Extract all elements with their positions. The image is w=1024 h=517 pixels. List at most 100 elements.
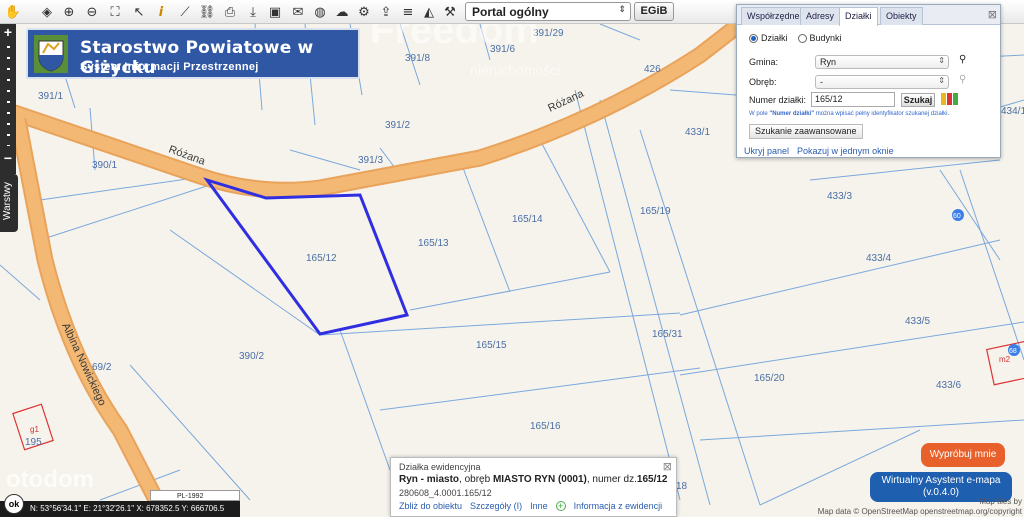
- search-type-radios: Działki Budynki: [749, 33, 842, 44]
- download-icon[interactable]: ⤓: [244, 3, 262, 21]
- search-icon[interactable]: ⚲: [959, 74, 966, 85]
- tab-wspolrzedne[interactable]: Współrzędne: [741, 7, 806, 25]
- color-swatch-icon[interactable]: [947, 93, 952, 105]
- parcel-label: 391/8: [405, 53, 430, 64]
- link-icon[interactable]: ⛓: [198, 3, 216, 21]
- info-links: Zbliż do obiektu Szczegóły (I) Inne + In…: [399, 501, 662, 511]
- search-hint: W pole "Numer działki" można wpisać pełn…: [749, 111, 950, 117]
- select-caret-icon: ⇕: [938, 56, 945, 65]
- color-swatch-icon[interactable]: [941, 93, 946, 105]
- globe-icon[interactable]: ◍: [311, 3, 329, 21]
- registry-info-link[interactable]: Informacja z ewidencji: [574, 501, 663, 511]
- building-label: m2: [999, 355, 1011, 364]
- measure-icon[interactable]: ⟋: [176, 3, 194, 21]
- osm-copyright-link[interactable]: openstreetmap.org/copyright: [920, 507, 1022, 516]
- crs-selector[interactable]: PL-1992: [150, 490, 240, 501]
- zoom-plus-button[interactable]: +: [0, 24, 16, 40]
- gmina-label: Gmina:: [749, 57, 779, 67]
- parcel-label: 426: [644, 64, 661, 75]
- advanced-search-button[interactable]: Szukanie zaawansowane: [749, 124, 863, 139]
- tools-icon[interactable]: ⚒: [441, 3, 459, 21]
- hand-icon[interactable]: ✋: [4, 3, 22, 21]
- select-caret-icon: ⇕: [618, 5, 626, 15]
- numer-label: Numer działki:: [749, 95, 807, 105]
- layers-icon[interactable]: ◈: [38, 3, 56, 21]
- parcel-label: 391/2: [385, 120, 410, 131]
- tab-dzialki[interactable]: Działki: [839, 7, 878, 26]
- parcel-label: 390/1: [92, 160, 117, 171]
- add-icon[interactable]: +: [555, 501, 566, 511]
- pointer-icon[interactable]: ↖: [130, 3, 148, 21]
- search-icon[interactable]: ⚲: [959, 54, 966, 65]
- parcel-label: 433/5: [905, 316, 930, 327]
- parcel-label: 165/13: [418, 238, 449, 249]
- banner-subtitle: System Informacji Przestrzennej: [80, 61, 259, 73]
- obreb-select[interactable]: - ⇕: [815, 75, 949, 89]
- layers-tab[interactable]: Warstwy: [0, 174, 18, 232]
- portal-select[interactable]: Portal ogólny ⇕: [465, 2, 631, 21]
- egib-button[interactable]: EGiB: [634, 2, 674, 21]
- radio-dzialki[interactable]: Działki: [749, 33, 788, 44]
- obreb-label: Obręb:: [749, 77, 777, 87]
- tab-obiekty[interactable]: Obiekty: [880, 7, 923, 25]
- map-attribution: Map tiles by Map data © OpenStreetMap op…: [818, 497, 1022, 517]
- try-me-button[interactable]: Wypróbuj mnie: [921, 443, 1005, 467]
- hide-panel-link[interactable]: Ukryj panel: [744, 146, 789, 156]
- zoom-in-icon[interactable]: ⊕: [60, 3, 78, 21]
- single-window-link[interactable]: Pokazuj w jednym oknie: [797, 146, 894, 156]
- close-icon[interactable]: ⊠: [988, 8, 997, 21]
- gmina-select-value: Ryn: [820, 57, 837, 67]
- marker-label: 68: [1009, 348, 1017, 355]
- ruler-icon[interactable]: ≡: [399, 3, 417, 21]
- parcel-label: 165/16: [530, 421, 561, 432]
- ok-button[interactable]: ok: [4, 494, 24, 514]
- other-link[interactable]: Inne: [530, 501, 548, 511]
- panel-icon[interactable]: ▣: [266, 3, 284, 21]
- parcel-label: 165/19: [640, 206, 671, 217]
- radio-budynki[interactable]: Budynki: [797, 33, 842, 44]
- marker-label: 60: [953, 213, 961, 220]
- zoom-extent-icon[interactable]: ⛶: [106, 3, 124, 21]
- portal-select-value: Portal ogólny: [472, 5, 549, 19]
- parcel-label: 18: [676, 481, 688, 492]
- color-swatch-icon[interactable]: [953, 93, 958, 105]
- radio-unchecked-icon: [797, 34, 807, 44]
- radio-checked-icon: [749, 34, 758, 44]
- parcel-label: 195: [25, 437, 42, 448]
- parcel-description: Ryn - miasto, obręb MIASTO RYN (0001), n…: [399, 474, 668, 485]
- parcel-label: 433/4: [866, 253, 891, 264]
- attribution-tiles: Map tiles by: [979, 497, 1022, 506]
- info-icon[interactable]: i: [152, 3, 170, 21]
- search-button[interactable]: Szukaj: [901, 93, 935, 107]
- zoom-slider[interactable]: [7, 46, 10, 146]
- tab-adresy[interactable]: Adresy: [800, 7, 841, 25]
- parcel-label: 433/3: [827, 191, 852, 202]
- draw-icon[interactable]: ◭: [420, 3, 438, 21]
- gear-icon[interactable]: ⚙: [355, 3, 373, 21]
- parcel-label: 165/14: [512, 214, 543, 225]
- panel-links: Ukryj panel Pokazuj w jednym oknie: [744, 146, 894, 156]
- gmina-select[interactable]: Ryn ⇕: [815, 55, 949, 69]
- zoom-out-icon[interactable]: ⊖: [83, 3, 101, 21]
- parcel-label: 391/3: [358, 155, 383, 166]
- parcel-label: 165/31: [652, 329, 683, 340]
- select-caret-icon: ⇕: [938, 76, 945, 85]
- parcel-number-input[interactable]: 165/12: [811, 92, 895, 107]
- zoom-minus-button[interactable]: −: [0, 150, 16, 166]
- details-link[interactable]: Szczegóły (I): [470, 501, 522, 511]
- parcel-info-popup: Działka ewidencyjna ⊠ Ryn - miasto, obrę…: [390, 457, 677, 517]
- zoom-to-object-link[interactable]: Zbliż do obiektu: [399, 501, 462, 511]
- parcel-label: 433/1: [685, 127, 710, 138]
- header-banner: Starostwo Powiatowe w Giżycku System Inf…: [26, 28, 360, 79]
- parcel-label: 69/2: [92, 362, 112, 373]
- export-icon[interactable]: ⇪: [377, 3, 395, 21]
- parcel-label: 165/12: [306, 253, 337, 264]
- comment-icon[interactable]: ✉: [289, 3, 307, 21]
- watermark-sub: nieruchomości: [470, 62, 561, 78]
- attribution-data: Map data © OpenStreetMap openstreetmap.o…: [817, 507, 1022, 516]
- close-icon[interactable]: ⊠: [663, 460, 672, 473]
- cloud-icon[interactable]: ☁: [333, 3, 351, 21]
- panel-tabs: Współrzędne Adresy Działki Obiekty ⊠: [737, 5, 1000, 26]
- print-icon[interactable]: ⎙: [221, 3, 239, 21]
- coat-of-arms-icon: [34, 35, 68, 73]
